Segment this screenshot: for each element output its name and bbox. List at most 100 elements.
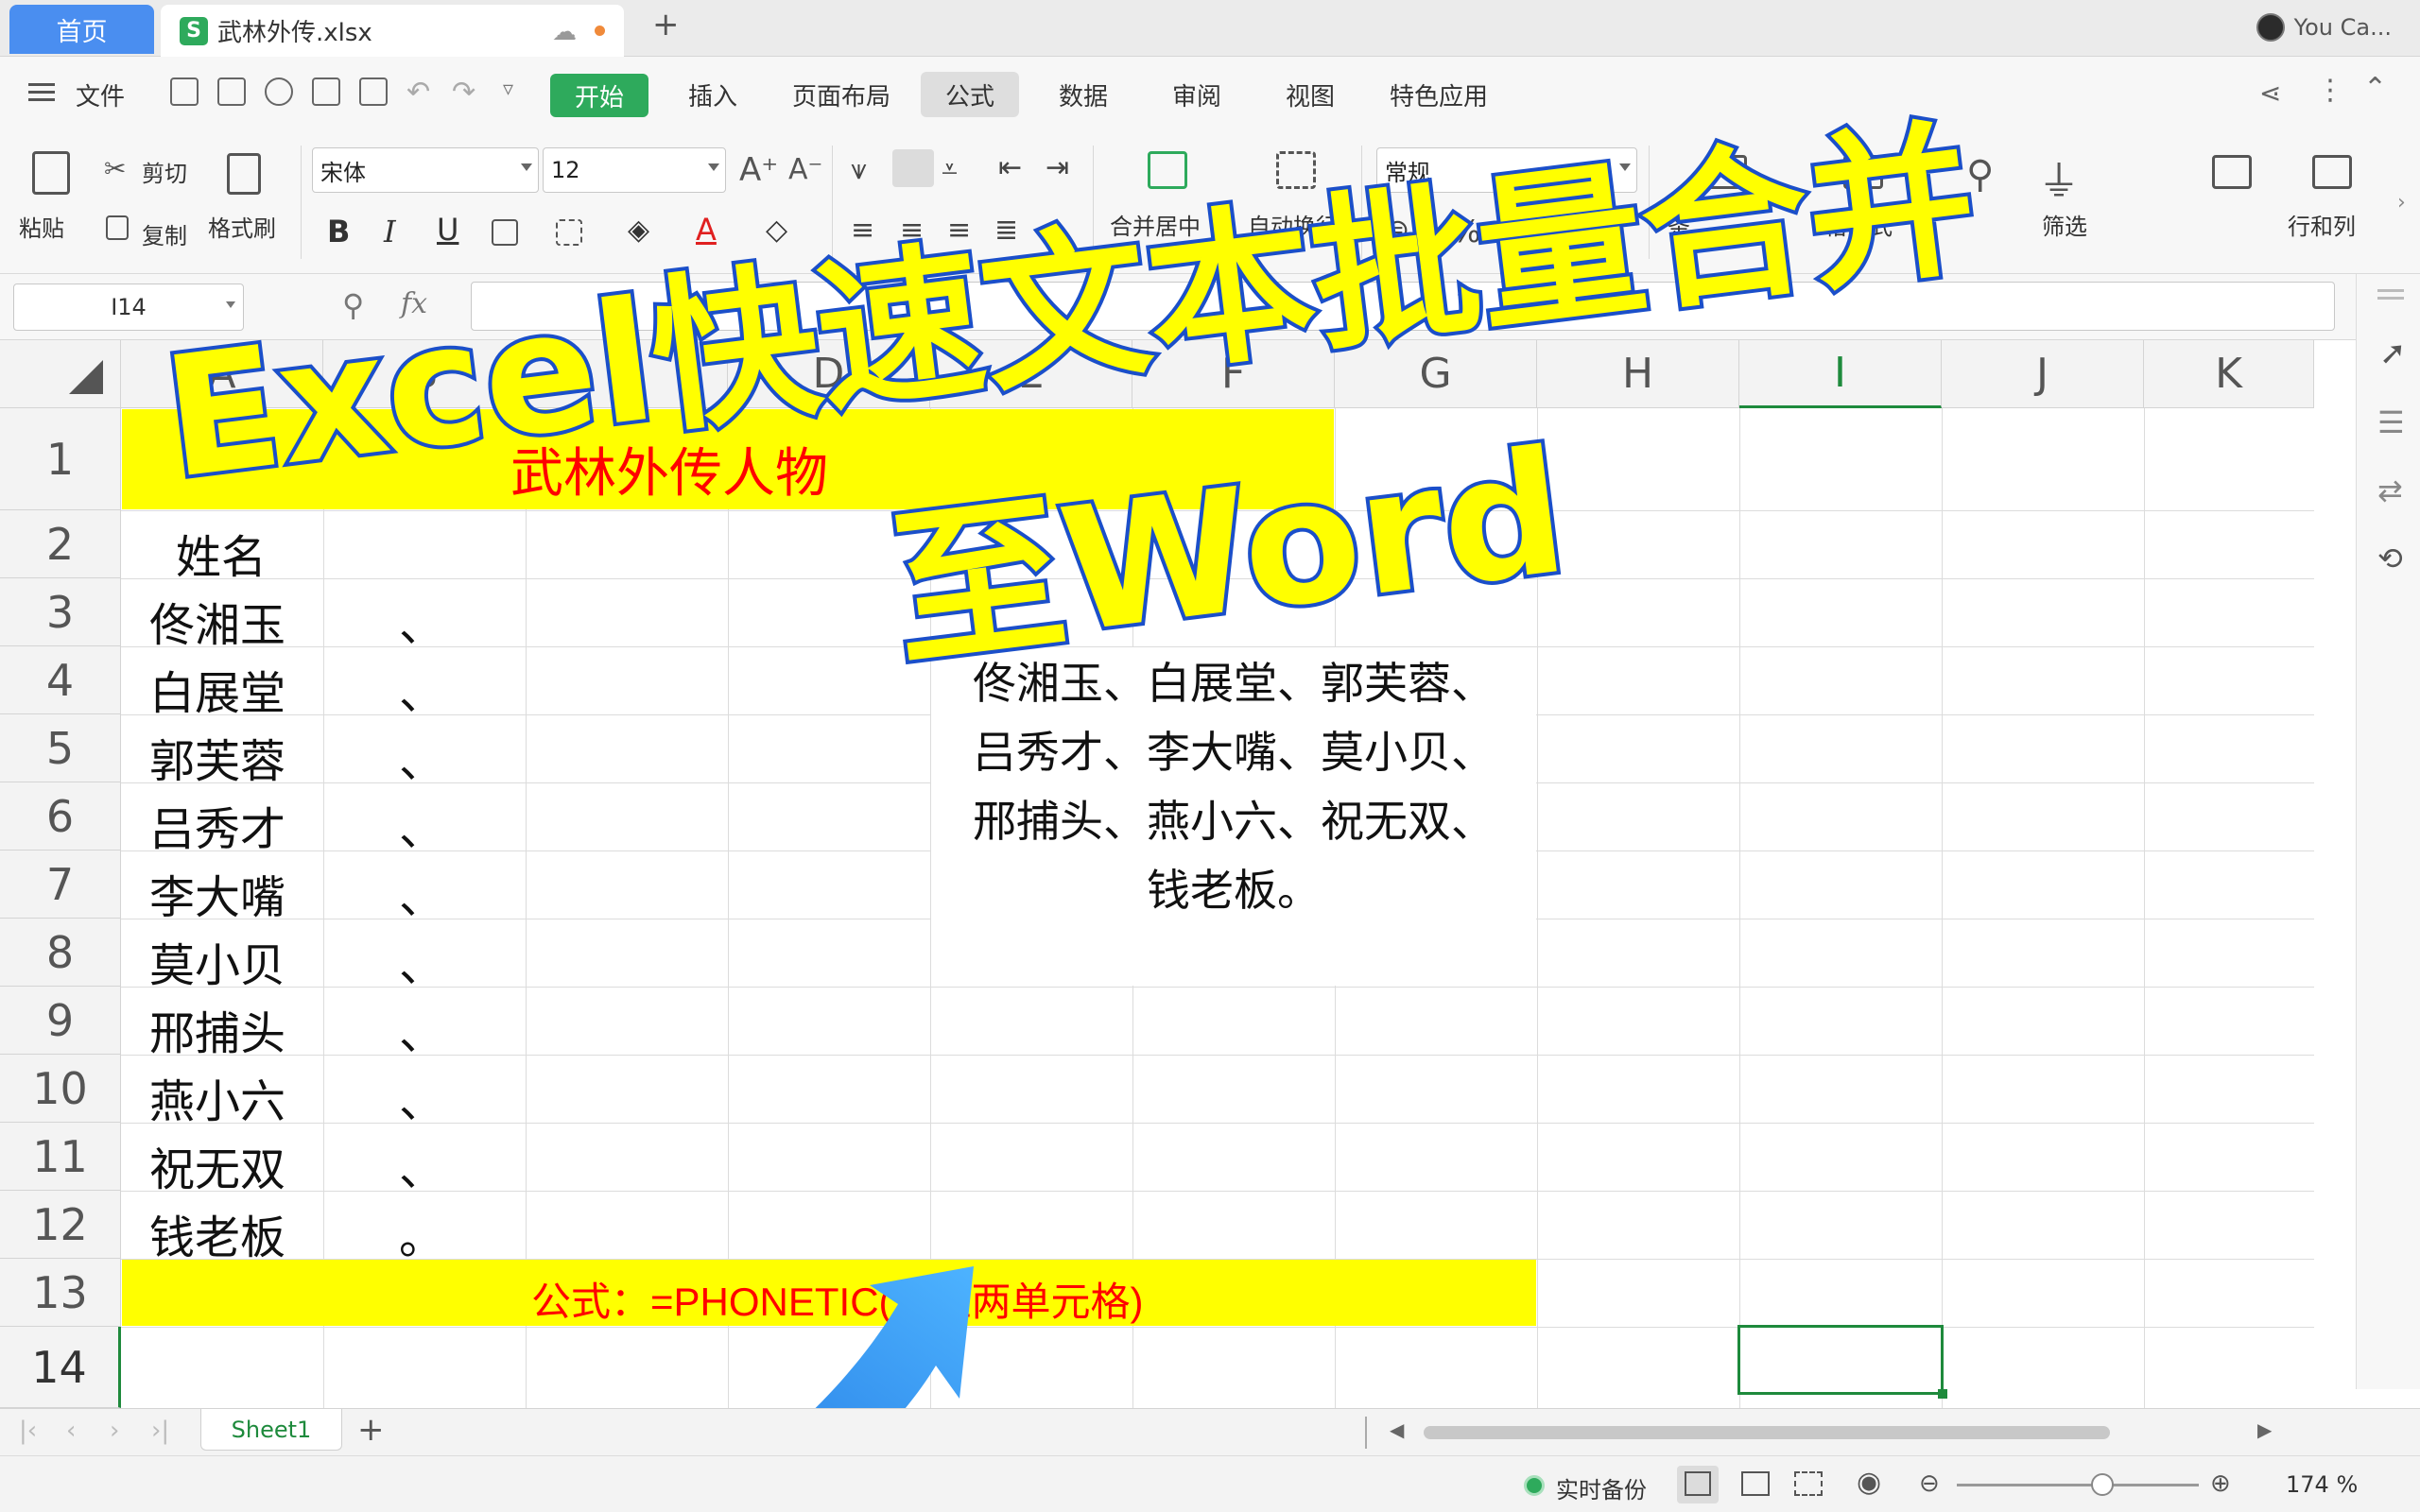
open-folder-icon[interactable] (170, 77, 199, 106)
row-header[interactable]: 4 (0, 646, 121, 714)
undo-icon[interactable]: ↶ (406, 76, 430, 109)
more-icon[interactable]: ⋮ (2316, 74, 2344, 107)
menu-special[interactable]: 特色应用 (1390, 77, 1488, 112)
name-cell[interactable]: 燕小六 (149, 1064, 285, 1130)
sheet-tab-active[interactable]: Sheet1 (200, 1409, 342, 1451)
name-cell[interactable]: 莫小贝 (149, 928, 285, 994)
name-cell[interactable]: 白展堂 (149, 656, 285, 722)
decrease-font-icon[interactable]: A⁻ (788, 153, 822, 186)
separator-cell[interactable]: 、 (399, 996, 444, 1062)
format-painter-icon[interactable] (227, 153, 261, 195)
tab-home[interactable]: 首页 (9, 5, 154, 54)
filter-button[interactable]: 筛选 (2042, 208, 2087, 241)
merged-result-cell[interactable]: 佟湘玉、白展堂、郭芙蓉、 吕秀才、李大嘴、莫小贝、 邢捕头、燕小六、祝无双、 钱… (931, 647, 1536, 986)
row-header[interactable]: 2 (0, 510, 121, 578)
filter-icon[interactable]: ⏚ (2038, 147, 2080, 208)
zoom-out-icon[interactable]: ⊖ (1919, 1469, 1940, 1498)
font-size-select[interactable]: 12 (543, 147, 726, 193)
separator-cell[interactable]: 、 (399, 928, 444, 994)
row-header[interactable]: 6 (0, 782, 121, 850)
separator-cell[interactable]: 、 (399, 860, 444, 926)
row-header[interactable]: 10 (0, 1055, 121, 1123)
increase-font-icon[interactable]: A⁺ (739, 151, 778, 189)
realtime-backup-label[interactable]: 实时备份 (1556, 1471, 1647, 1504)
column-header-selected[interactable]: I (1739, 340, 1942, 408)
eye-protection-icon[interactable]: ◉ (1857, 1466, 1881, 1499)
menu-insert[interactable]: 插入 (688, 77, 737, 112)
last-sheet-icon[interactable]: ›| (151, 1417, 169, 1445)
zoom-in-icon[interactable]: ⊕ (2210, 1469, 2231, 1498)
align-top-icon[interactable]: ⩛ (851, 153, 867, 186)
separator-cell[interactable]: 、 (399, 792, 444, 858)
separator-cell[interactable]: 、 (399, 1132, 444, 1198)
separator-cell[interactable]: 、 (399, 588, 444, 654)
new-tab-button[interactable]: + (652, 6, 680, 43)
cut-button[interactable]: 剪切 (142, 155, 187, 188)
row-header[interactable]: 7 (0, 850, 121, 919)
separator-cell[interactable]: 、 (399, 1064, 444, 1130)
page-break-view-icon[interactable] (1794, 1471, 1823, 1496)
row-header-selected[interactable]: 14 (0, 1327, 121, 1408)
row-col-icon[interactable] (2312, 155, 2352, 189)
panel-handle-icon[interactable] (2377, 289, 2404, 292)
first-sheet-icon[interactable]: |‹ (19, 1417, 37, 1445)
redo-icon[interactable]: ↷ (452, 76, 475, 109)
separator-cell[interactable]: 。 (399, 1200, 444, 1266)
sort-icon[interactable] (2212, 155, 2252, 189)
separator-cell[interactable]: 、 (399, 724, 444, 790)
horizontal-scrollbar-thumb[interactable] (1424, 1426, 2110, 1439)
menu-view[interactable]: 视图 (1286, 77, 1335, 112)
underline-button[interactable]: U (437, 212, 458, 248)
row-header[interactable]: 12 (0, 1191, 121, 1259)
splitter[interactable] (1365, 1417, 1367, 1449)
next-sheet-icon[interactable]: › (110, 1417, 119, 1445)
paste-button[interactable]: 粘贴 (19, 210, 64, 243)
row-header[interactable]: 5 (0, 714, 121, 782)
scroll-right-icon[interactable]: ▶ (2257, 1418, 2272, 1441)
ribbon-scroll-right-icon[interactable]: › (2397, 191, 2406, 215)
menu-file[interactable]: 文件 (76, 77, 125, 112)
share-icon[interactable]: ⋖ (2259, 77, 2281, 109)
bold-button[interactable]: B (327, 214, 350, 249)
history-icon[interactable]: ⟲ (2377, 541, 2403, 576)
pointer-icon[interactable]: ➚ (2379, 335, 2407, 372)
name-cell[interactable]: 祝无双 (149, 1132, 285, 1198)
page-layout-view-icon[interactable] (1741, 1471, 1770, 1496)
add-sheet-button[interactable]: + (357, 1411, 385, 1449)
row-header[interactable]: 13 (0, 1259, 121, 1327)
header-name-cell[interactable]: 姓名 (176, 520, 267, 586)
column-header[interactable]: J (1942, 340, 2144, 408)
collapse-ribbon-icon[interactable]: ⌃ (2363, 72, 2387, 105)
select-all-corner[interactable] (0, 340, 121, 408)
prev-sheet-icon[interactable]: ‹ (66, 1417, 76, 1445)
row-header[interactable]: 9 (0, 987, 121, 1055)
user-account[interactable]: You Ca... (2256, 13, 2392, 42)
print-preview-icon[interactable] (359, 77, 388, 106)
row-header[interactable]: 1 (0, 408, 121, 510)
italic-button[interactable]: I (384, 214, 396, 249)
menu-review[interactable]: 审阅 (1172, 77, 1221, 112)
name-cell[interactable]: 邢捕头 (149, 996, 285, 1062)
align-middle-button[interactable] (892, 149, 934, 187)
format-painter-button[interactable]: 格式刷 (208, 210, 276, 243)
save-icon[interactable] (217, 77, 246, 106)
settings-sliders-icon[interactable]: ☰ (2377, 404, 2405, 440)
column-header[interactable]: K (2144, 340, 2314, 408)
menu-page-layout[interactable]: 页面布局 (792, 77, 890, 112)
tab-file[interactable]: S 武林外传.xlsx ☁ (161, 5, 624, 57)
row-header[interactable]: 11 (0, 1123, 121, 1191)
menu-start[interactable]: 开始 (550, 74, 648, 117)
menu-formula[interactable]: 公式 (945, 77, 994, 112)
name-cell[interactable]: 李大嘴 (149, 860, 285, 926)
name-cell[interactable]: 佟湘玉 (149, 588, 285, 654)
scroll-left-icon[interactable]: ◀ (1390, 1418, 1404, 1441)
export-icon[interactable] (265, 77, 293, 106)
name-cell[interactable]: 吕秀才 (149, 792, 285, 858)
zoom-percentage[interactable]: 174 % (2286, 1471, 2358, 1498)
zoom-slider-knob[interactable] (2090, 1473, 2114, 1496)
zoom-slider-track[interactable] (1957, 1484, 2199, 1486)
row-col-button[interactable]: 行和列 (2288, 208, 2356, 241)
copy-button[interactable]: 复制 (142, 217, 187, 250)
row-header[interactable]: 3 (0, 578, 121, 646)
name-cell[interactable]: 郭芙蓉 (149, 724, 285, 790)
